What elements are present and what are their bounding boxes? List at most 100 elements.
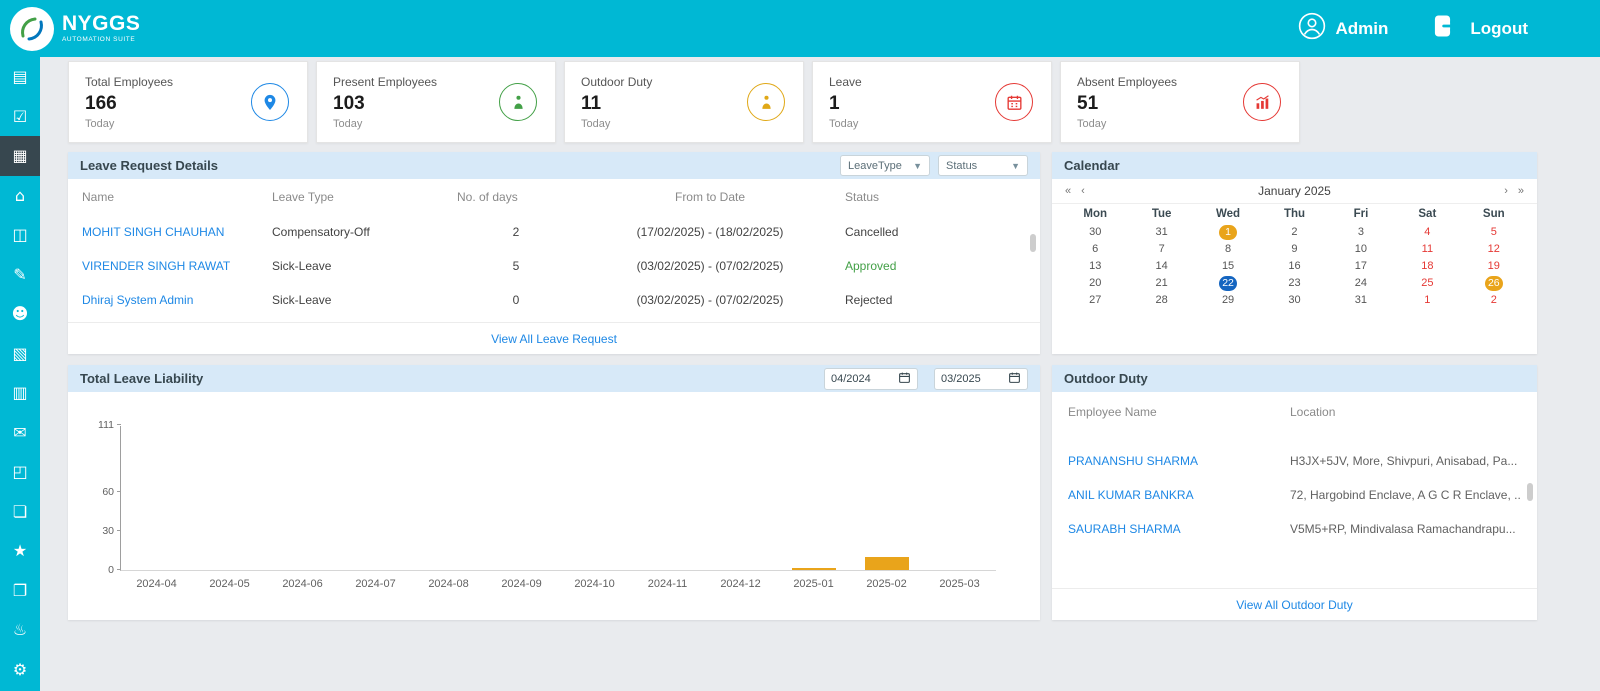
scrollbar-thumb[interactable]	[1527, 483, 1533, 501]
leave-type-filter-dropdown[interactable]: LeaveType ▼	[840, 155, 930, 176]
calendar-last-button[interactable]: »	[1513, 185, 1529, 197]
sidebar-item-favorites[interactable]: ★	[0, 531, 40, 571]
chart-bars	[121, 426, 996, 570]
leave-row-days: 0	[512, 293, 520, 307]
stat-card-label: Present Employees	[333, 74, 438, 89]
calendar-day[interactable]: 13	[1062, 258, 1128, 275]
sidebar-item-dashboard[interactable]: ▦	[0, 136, 40, 176]
calendar-day[interactable]: 1	[1394, 292, 1460, 309]
leave-row-days: 2	[512, 225, 520, 239]
outdoor-row-location: V5M5+RP, Mindivalasa Ramachandrapu...	[1290, 522, 1516, 536]
stat-card-info: Total Employees 166 Today	[85, 75, 173, 130]
sidebar-item-ideas[interactable]: ♨	[0, 610, 40, 650]
calendar-day[interactable]: 31	[1328, 292, 1394, 309]
date-from-input[interactable]: 04/2024	[824, 367, 918, 390]
sidebar-item-assets[interactable]: ◰	[0, 452, 40, 492]
calendar-day[interactable]: 15	[1195, 258, 1261, 275]
calendar-next-button[interactable]: ›	[1499, 185, 1513, 197]
calendar-day[interactable]: 20	[1062, 275, 1128, 292]
calendar-weekday-label: Wed	[1216, 208, 1241, 220]
calendar-day[interactable]: 10	[1328, 241, 1394, 258]
calendar-day[interactable]: 17	[1328, 258, 1394, 275]
outdoor-row-name-link[interactable]: SAURABH SHARMA	[1068, 522, 1290, 536]
leave-request-rows: MOHIT SINGH CHAUHAN Compensatory-Off 2 (17/…	[68, 215, 1040, 317]
view-all-outdoor-duty-link[interactable]: View All Outdoor Duty	[1236, 598, 1353, 612]
calendar-day[interactable]: 24	[1328, 275, 1394, 292]
sidebar-item-employees[interactable]: ☻	[0, 294, 40, 334]
brand-subtitle: AUTOMATION SUITE	[62, 36, 136, 44]
calendar-day[interactable]: 30	[1062, 224, 1128, 241]
stat-card-period: Today	[581, 117, 611, 130]
sidebar-item-analytics[interactable]: ▥	[0, 373, 40, 413]
calendar-day[interactable]: 21	[1128, 275, 1194, 292]
sidebar-item-mail[interactable]: ✉	[0, 413, 40, 453]
calendar-day[interactable]: 27	[1062, 292, 1128, 309]
calendar-week-row: 20 21 22 23 24 25 26	[1052, 275, 1537, 292]
calendar-day[interactable]: 28	[1128, 292, 1194, 309]
calendar-day[interactable]: 4	[1394, 224, 1460, 241]
sidebar-item-organization[interactable]: ⌂	[0, 176, 40, 216]
view-all-leave-request-link[interactable]: View All Leave Request	[491, 332, 617, 346]
sidebar-item-library[interactable]: ❐	[0, 571, 40, 611]
calendar-day[interactable]: 18	[1394, 258, 1460, 275]
calendar-first-button[interactable]: «	[1060, 185, 1076, 197]
outdoor-person-icon	[747, 83, 785, 121]
sidebar-item-requests[interactable]: ✎	[0, 255, 40, 295]
stat-card-absent-employees: Absent Employees 51 Today	[1060, 61, 1300, 143]
calendar-day[interactable]: 1	[1195, 224, 1261, 241]
sidebar-item-events-calendar[interactable]: ▧	[0, 334, 40, 374]
calendar-day[interactable]: 19	[1461, 258, 1527, 275]
calendar-week-row: 13 14 15 16 17 18 19	[1052, 258, 1537, 275]
sidebar-item-settings[interactable]: ⚙	[0, 650, 40, 690]
date-to-input[interactable]: 03/2025	[934, 367, 1028, 390]
status-filter-dropdown[interactable]: Status ▼	[938, 155, 1028, 176]
logout-icon	[1432, 12, 1460, 45]
calendar-day[interactable]: 26	[1461, 275, 1527, 292]
sidebar-item-reports[interactable]: ◫	[0, 215, 40, 255]
leave-row-name-link[interactable]: MOHIT SINGH CHAUHAN	[82, 225, 272, 239]
calendar-weekday-label: Sun	[1482, 208, 1505, 220]
brand-emblem-icon	[10, 6, 54, 51]
calendar-day[interactable]: 2	[1461, 292, 1527, 309]
leave-row-name-link[interactable]: VIRENDER SINGH RAWAT	[82, 259, 272, 273]
calendar-day[interactable]: 14	[1128, 258, 1194, 275]
calendar-day[interactable]: 30	[1261, 292, 1327, 309]
calendar-day[interactable]: 3	[1328, 224, 1394, 241]
calendar-day[interactable]: 23	[1261, 275, 1327, 292]
calendar-prev-button[interactable]: ‹	[1076, 185, 1090, 197]
logout-button[interactable]: Logout	[1432, 12, 1528, 45]
calendar-day[interactable]: 2	[1261, 224, 1327, 241]
calendar-day[interactable]: 7	[1128, 241, 1194, 258]
stat-card-present-employees: Present Employees 103 Today	[316, 61, 556, 143]
calendar-day[interactable]: 6	[1062, 241, 1128, 258]
sidebar-item-payroll[interactable]: ❏	[0, 492, 40, 532]
date-to-value: 03/2025	[941, 372, 981, 385]
calendar-day[interactable]: 8	[1195, 241, 1261, 258]
leave-row-name-link[interactable]: Dhiraj System Admin	[82, 293, 272, 307]
calendar-day[interactable]: 25	[1394, 275, 1460, 292]
stat-card-label: Total Employees	[85, 74, 174, 89]
main-content: Total Employees 166 Today Present Employees…	[40, 57, 1600, 691]
calendar-day[interactable]: 29	[1195, 292, 1261, 309]
calendar-day[interactable]: 16	[1261, 258, 1327, 275]
stat-card-value: 103	[333, 92, 365, 114]
calendar-day[interactable]: 9	[1261, 241, 1327, 258]
leave-liability-panel: Total Leave Liability 04/2024 03/2025 0 …	[68, 365, 1040, 620]
calendar-day[interactable]: 5	[1461, 224, 1527, 241]
y-axis-tick-mark	[117, 490, 121, 492]
header-actions: Admin Logout	[1298, 12, 1528, 45]
sidebar-item-approvals[interactable]: ☑	[0, 97, 40, 137]
chart-bar	[864, 556, 909, 570]
outdoor-row-name-link[interactable]: PRANANSHU SHARMA	[1068, 454, 1290, 468]
admin-menu[interactable]: Admin	[1298, 12, 1388, 45]
leave-type-filter-label: LeaveType	[848, 159, 902, 172]
calendar-day[interactable]: 12	[1461, 241, 1527, 258]
calendar-day[interactable]: 11	[1394, 241, 1460, 258]
outdoor-row-name-link[interactable]: ANIL KUMAR BANKRA	[1068, 488, 1290, 502]
leave-row-status: Cancelled	[845, 225, 899, 239]
sidebar-item-attendance[interactable]: ▤	[0, 57, 40, 97]
brand-text: NYGGS AUTOMATION SUITE	[62, 13, 140, 44]
calendar-day[interactable]: 31	[1128, 224, 1194, 241]
calendar-day[interactable]: 22	[1195, 275, 1261, 292]
scrollbar-thumb[interactable]	[1030, 234, 1036, 252]
